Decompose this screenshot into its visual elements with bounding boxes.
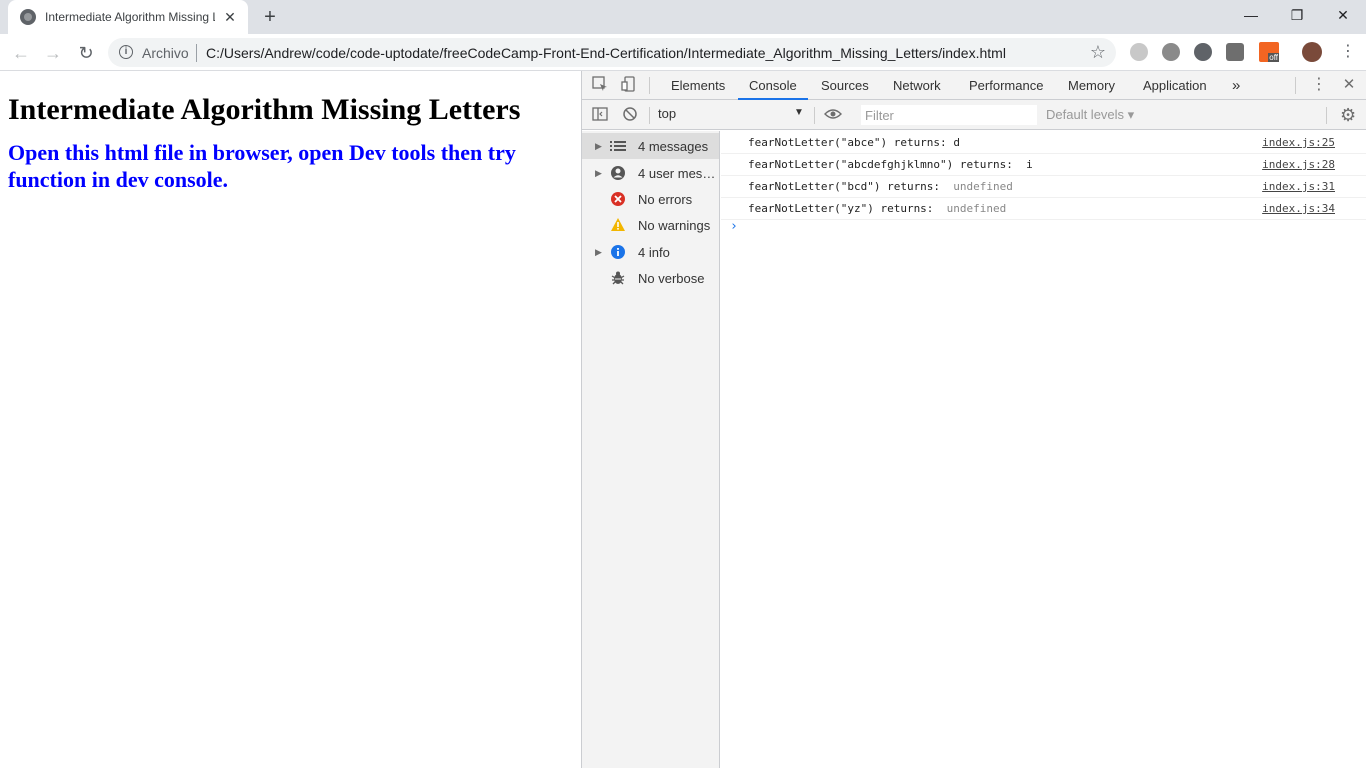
expand-arrow-icon[interactable]: ▶: [595, 247, 602, 258]
tab-application[interactable]: Application: [1143, 71, 1207, 100]
globe-icon: [20, 9, 36, 25]
site-info-icon[interactable]: i: [119, 45, 133, 59]
new-tab-button[interactable]: +: [259, 6, 281, 28]
console-sidebar: ▶ 4 messages ▶ 4 user messages No errors…: [582, 131, 720, 768]
context-selector[interactable]: top: [658, 106, 808, 121]
console-message: fearNotLetter("yz") returns: undefined i…: [721, 198, 1366, 220]
tab-memory[interactable]: Memory: [1068, 71, 1115, 100]
expand-arrow-icon[interactable]: ▶: [595, 168, 602, 179]
source-link[interactable]: index.js:28: [1262, 158, 1335, 171]
tab-title: Intermediate Algorithm Missing L: [45, 10, 215, 24]
sidebar-toggle-icon[interactable]: [591, 106, 609, 124]
sidebar-item-label: No verbose: [638, 270, 705, 286]
console-prompt-chevron-icon[interactable]: ›: [730, 219, 738, 234]
minimize-button[interactable]: —: [1228, 0, 1274, 30]
log-levels-label: Default levels: [1046, 107, 1125, 122]
message-text: fearNotLetter("abce") returns:: [748, 136, 954, 149]
browser-menu-icon[interactable]: ⋮: [1340, 42, 1356, 62]
sidebar-item-label: 4 user messages: [638, 165, 719, 181]
page-subheading: Open this html file in browser, open Dev…: [8, 140, 516, 192]
console-message: fearNotLetter("bcd") returns: undefined …: [721, 176, 1366, 198]
info-icon: [610, 244, 626, 260]
tab-elements[interactable]: Elements: [671, 71, 725, 100]
toolbar-divider: [649, 107, 650, 124]
devtools-panel: Elements Console Sources Network Perform…: [581, 71, 1366, 768]
console-output[interactable]: fearNotLetter("abce") returns: d index.j…: [721, 131, 1366, 768]
sidebar-item-verbose[interactable]: No verbose: [582, 265, 719, 291]
message-text: fearNotLetter("bcd") returns:: [748, 180, 947, 193]
bug-icon: [610, 270, 626, 286]
extension-icon-1[interactable]: [1130, 43, 1148, 61]
source-link[interactable]: index.js:31: [1262, 180, 1335, 193]
tab-console[interactable]: Console: [738, 71, 808, 100]
extension-badge: off: [1268, 53, 1279, 62]
devtools-menu-icon[interactable]: ⋮: [1310, 76, 1328, 94]
extension-icon-3[interactable]: [1194, 43, 1212, 61]
browser-toolbar: ← → ↻ i Archivo C:/Users/Andrew/code/cod…: [0, 34, 1366, 71]
scheme-label: Archivo: [142, 45, 189, 61]
close-window-button[interactable]: ✕: [1320, 0, 1366, 30]
expand-arrow-icon[interactable]: ▶: [595, 141, 602, 152]
sidebar-item-errors[interactable]: No errors: [582, 186, 719, 212]
address-bar[interactable]: i Archivo C:/Users/Andrew/code/code-upto…: [108, 38, 1116, 67]
tab-network[interactable]: Network: [893, 71, 941, 100]
message-value: i: [1019, 158, 1033, 171]
sidebar-item-info[interactable]: ▶ 4 info: [582, 239, 719, 265]
list-icon: [610, 138, 626, 154]
toolbar-divider-2: [814, 107, 815, 124]
sidebar-item-label: 4 info: [638, 244, 670, 260]
console-message: fearNotLetter("abcdefghjklmno") returns:…: [721, 154, 1366, 176]
device-toolbar-icon[interactable]: [620, 76, 638, 94]
log-levels-dropdown[interactable]: Default levels ▾: [1046, 107, 1134, 123]
page-content: Intermediate Algorithm Missing Letters O…: [0, 71, 581, 768]
bookmark-star-icon[interactable]: ☆: [1090, 42, 1106, 63]
restore-button[interactable]: ❐: [1274, 0, 1320, 30]
avatar[interactable]: [1302, 42, 1322, 62]
context-dropdown-icon[interactable]: ▼: [794, 107, 804, 118]
browser-tab[interactable]: Intermediate Algorithm Missing L ✕: [8, 0, 248, 34]
tabbar-divider-2: [1295, 77, 1296, 94]
clear-console-icon[interactable]: [621, 106, 639, 124]
forward-button[interactable]: →: [42, 42, 64, 64]
warning-icon: [610, 217, 626, 233]
tab-performance[interactable]: Performance: [969, 71, 1043, 100]
message-text: fearNotLetter("abcdefghjklmno") returns:: [748, 158, 1020, 171]
sidebar-item-label: 4 messages: [638, 138, 709, 154]
filter-input[interactable]: [861, 105, 1037, 125]
error-icon: [610, 191, 626, 207]
tab-sources[interactable]: Sources: [821, 71, 869, 100]
eye-icon[interactable]: [824, 106, 842, 124]
tab-close-icon[interactable]: ✕: [222, 9, 238, 25]
more-tabs-icon[interactable]: »: [1232, 71, 1240, 100]
angular-extension-icon[interactable]: [1226, 43, 1244, 61]
devtools-close-icon[interactable]: ✕: [1340, 76, 1358, 94]
reload-button[interactable]: ↻: [75, 42, 97, 64]
gear-icon[interactable]: ⚙: [1340, 105, 1356, 126]
back-button[interactable]: ←: [10, 42, 32, 64]
sidebar-item-label: No errors: [638, 191, 693, 207]
toolbar-divider-3: [1326, 107, 1327, 124]
console-message: fearNotLetter("abce") returns: d index.j…: [721, 132, 1366, 154]
message-value: undefined: [940, 202, 1007, 215]
url-text[interactable]: C:/Users/Andrew/code/code-uptodate/freeC…: [206, 45, 1006, 61]
source-link[interactable]: index.js:25: [1262, 136, 1335, 149]
message-value: d: [953, 136, 960, 149]
sidebar-item-user-messages[interactable]: ▶ 4 user messages: [582, 160, 719, 186]
tabbar-divider: [649, 77, 650, 94]
browser-titlebar: Intermediate Algorithm Missing L ✕ + — ❐…: [0, 0, 1366, 34]
sidebar-item-warnings[interactable]: No warnings: [582, 212, 719, 238]
page-heading: Intermediate Algorithm Missing Letters: [8, 93, 521, 126]
sidebar-item-messages[interactable]: ▶ 4 messages: [582, 133, 719, 159]
omnibox-divider: [196, 44, 197, 62]
user-icon: [610, 165, 626, 181]
devtools-tabbar: Elements Console Sources Network Perform…: [582, 71, 1366, 100]
extension-off-icon[interactable]: off: [1259, 42, 1279, 62]
message-value: undefined: [946, 180, 1013, 193]
sidebar-item-label: No warnings: [638, 217, 711, 233]
console-toolbar: top ▼ Default levels ▾ ⚙: [582, 100, 1366, 130]
source-link[interactable]: index.js:34: [1262, 202, 1335, 215]
message-text: fearNotLetter("yz") returns:: [748, 202, 941, 215]
inspect-element-icon[interactable]: [591, 76, 609, 94]
extension-icon-2[interactable]: [1162, 43, 1180, 61]
